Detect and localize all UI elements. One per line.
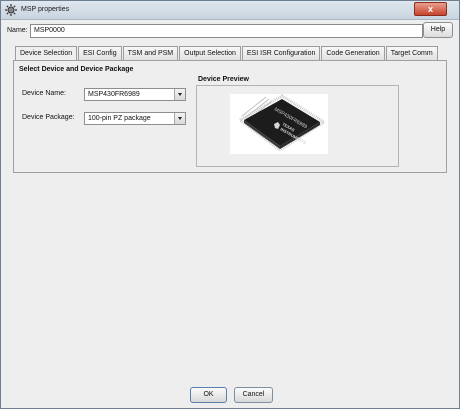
tab-bar: Device Selection ESI Config TSM and PSM … bbox=[15, 46, 439, 61]
preview-title: Device Preview bbox=[198, 76, 249, 83]
cancel-button[interactable]: Cancel bbox=[234, 387, 273, 403]
window-title: MSP properties bbox=[21, 6, 70, 13]
tab-target-comm[interactable]: Target Comm bbox=[385, 46, 438, 60]
tab-device-selection[interactable]: Device Selection bbox=[15, 46, 78, 61]
ok-button[interactable]: OK bbox=[190, 387, 227, 403]
close-icon: x bbox=[427, 4, 433, 14]
close-button[interactable]: x bbox=[414, 2, 447, 16]
device-name-select[interactable]: MSP430FR6989 bbox=[84, 88, 186, 101]
tab-esi-isr-configuration[interactable]: ESI ISR Configuration bbox=[241, 46, 321, 60]
tab-tsm-and-psm[interactable]: TSM and PSM bbox=[122, 46, 179, 60]
tab-code-generation[interactable]: Code Generation bbox=[321, 46, 385, 60]
chip-image: MSP430FR6989 TEXAS INSTRUMENTS bbox=[230, 94, 328, 154]
app-icon bbox=[5, 4, 17, 16]
device-preview-box: MSP430FR6989 TEXAS INSTRUMENTS bbox=[196, 85, 399, 167]
name-label: Name: bbox=[7, 27, 28, 34]
device-package-label: Device Package: bbox=[22, 114, 75, 121]
tab-esi-config[interactable]: ESI Config bbox=[78, 46, 122, 60]
name-input[interactable]: MSP0000 bbox=[30, 24, 423, 38]
device-name-value: MSP430FR6989 bbox=[88, 91, 140, 98]
device-selection-panel: Select Device and Device Package Device … bbox=[13, 60, 447, 173]
tab-output-selection[interactable]: Output Selection bbox=[179, 46, 241, 60]
chevron-down-icon[interactable] bbox=[174, 113, 185, 124]
section-title: Select Device and Device Package bbox=[19, 66, 134, 73]
msp-properties-dialog: MSP properties x Name: MSP0000 Help Devi… bbox=[0, 0, 460, 409]
title-bar[interactable]: MSP properties x bbox=[1, 1, 459, 20]
device-package-select[interactable]: 100-pin PZ package bbox=[84, 112, 186, 125]
device-package-value: 100-pin PZ package bbox=[88, 115, 151, 122]
help-button[interactable]: Help bbox=[423, 22, 453, 38]
device-name-label: Device Name: bbox=[22, 90, 66, 97]
chevron-down-icon[interactable] bbox=[174, 89, 185, 100]
